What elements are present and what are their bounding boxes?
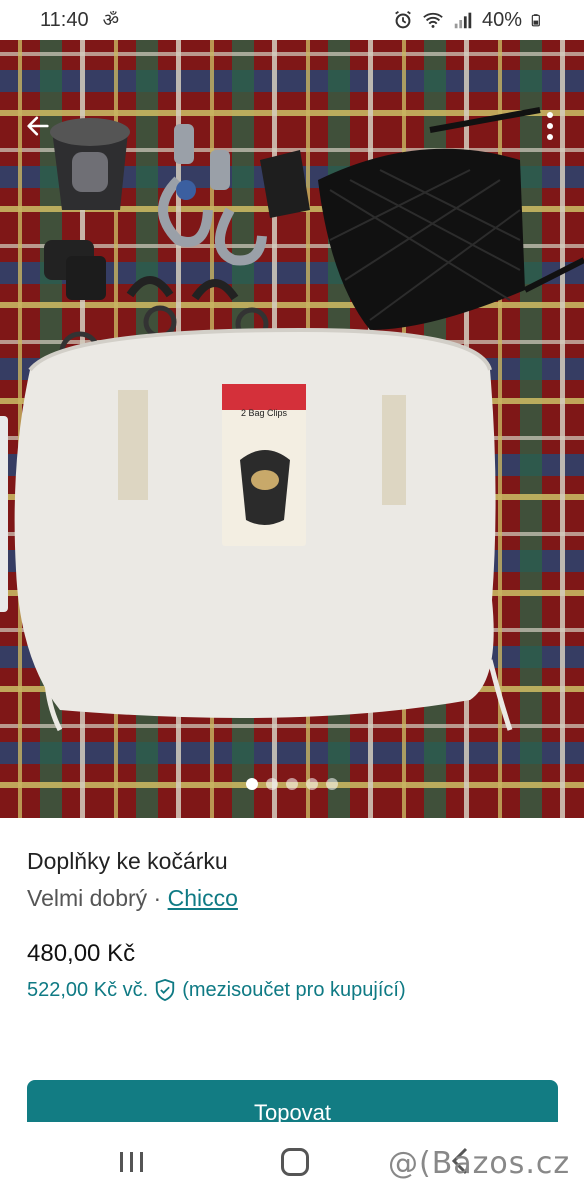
- photo-image: 2 Bag Clips: [0, 40, 584, 818]
- listing-details: Doplňky ke kočárku Velmi dobrý · Chicco …: [27, 848, 557, 1002]
- signal-icon: [454, 12, 472, 29]
- package-label: 2 Bag Clips: [241, 408, 288, 418]
- carousel-indicator: [0, 778, 584, 790]
- battery-percent: 40%: [481, 8, 522, 31]
- carousel-dot[interactable]: [286, 778, 298, 790]
- alarm-icon: [395, 10, 411, 29]
- arrow-left-icon: [27, 116, 49, 136]
- status-time: 11:40: [40, 8, 89, 31]
- condition-text: Velmi dobrý: [27, 885, 148, 911]
- side-handle: [0, 416, 8, 612]
- home-icon[interactable]: [281, 1148, 309, 1176]
- price: 480,00 Kč: [27, 940, 136, 967]
- meta-separator: ·: [147, 885, 168, 911]
- status-bar: 11:40 ॐ 40%: [0, 0, 584, 40]
- carousel-dot[interactable]: [326, 778, 338, 790]
- price-total-amount: 522,00 Kč vč.: [27, 978, 149, 1001]
- om-icon: ॐ: [102, 10, 119, 30]
- recent-apps-icon[interactable]: [118, 1150, 146, 1174]
- more-options-button[interactable]: [538, 106, 562, 146]
- wifi-icon: [423, 12, 443, 28]
- more-vert-icon: [547, 112, 553, 140]
- price-total-note: (mezisoučet pro kupující): [182, 978, 406, 1001]
- carousel-dot[interactable]: [266, 778, 278, 790]
- product-photo[interactable]: 2 Bag Clips: [0, 40, 584, 818]
- shield-check-icon[interactable]: [154, 978, 176, 1002]
- brand-link[interactable]: Chicco: [168, 885, 238, 911]
- listing-title: Doplňky ke kočárku: [27, 848, 228, 874]
- price-total: 522,00 Kč vč. (mezisoučet pro kupující): [27, 978, 557, 1002]
- battery-icon: [531, 14, 540, 27]
- watermark: @(Bazos.cz: [388, 1146, 571, 1181]
- listing-meta: Velmi dobrý · Chicco: [27, 885, 557, 912]
- carousel-dot[interactable]: [306, 778, 318, 790]
- back-button[interactable]: [18, 106, 58, 146]
- carousel-dot[interactable]: [246, 778, 258, 790]
